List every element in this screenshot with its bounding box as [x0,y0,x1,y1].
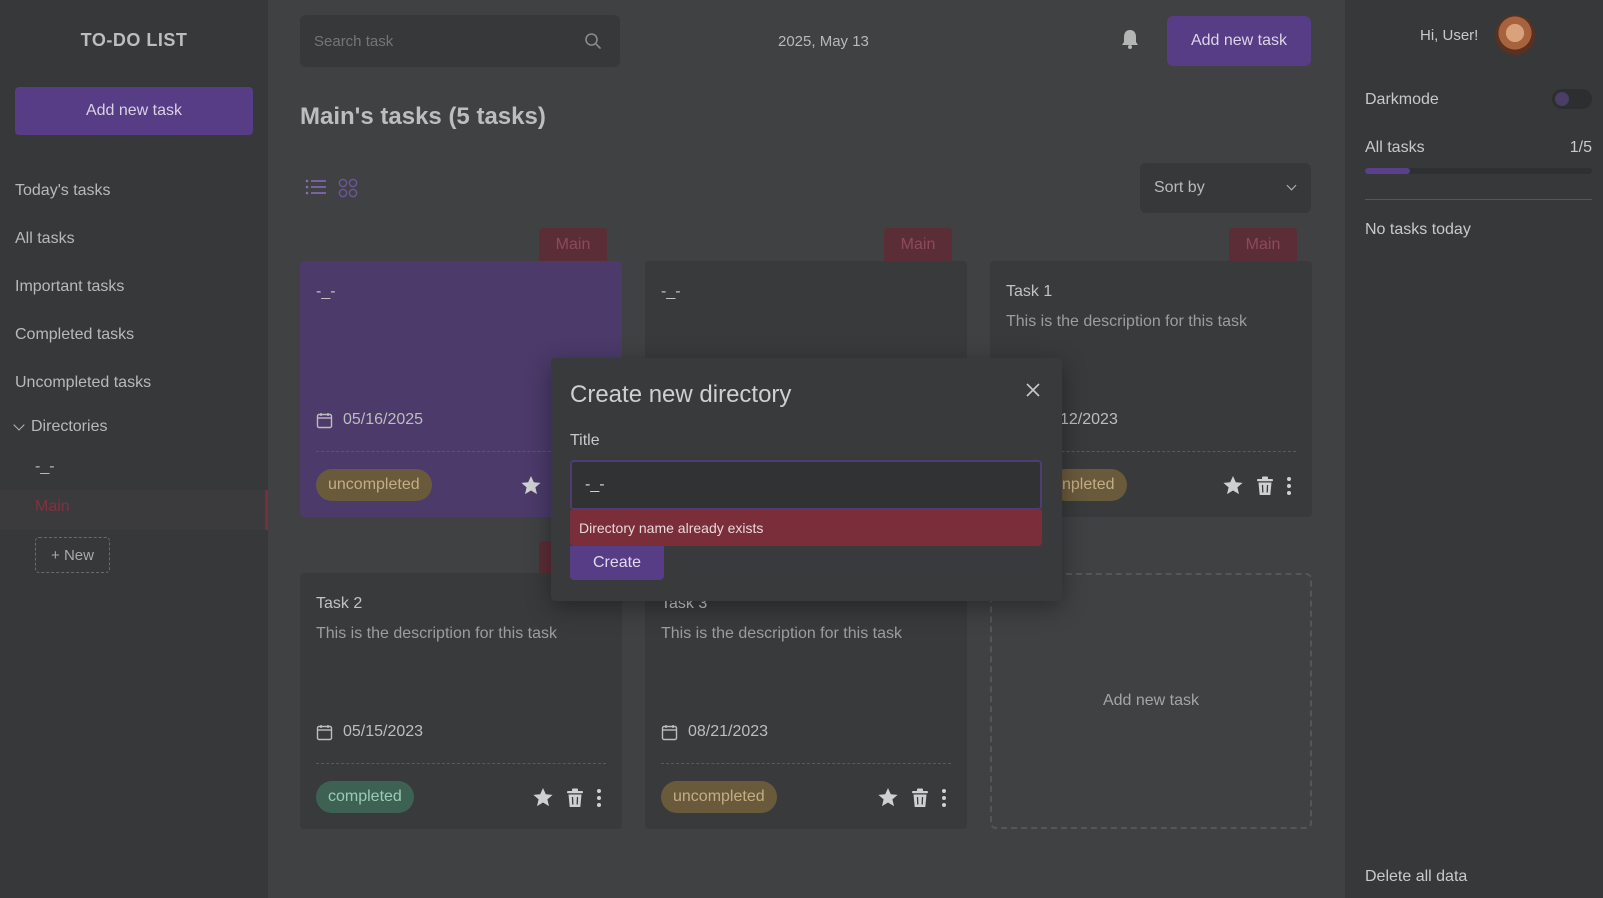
card-date: 05/15/2023 [316,723,423,741]
star-icon[interactable] [532,787,554,808]
directories-toggle[interactable]: Directories [13,418,108,436]
card-actions [532,787,602,808]
card-description: This is the description for this task [316,625,557,642]
card-tag: Main [884,228,952,262]
add-task-card-label: Add new task [1102,692,1200,709]
status-badge[interactable]: completed [316,781,414,813]
card-tag: Main [539,228,607,262]
card-actions [1222,475,1292,496]
card-title: Task 2 [316,595,363,612]
delete-all-data-button[interactable]: Delete all data [1365,868,1467,886]
sort-select[interactable]: Sort by [1140,163,1311,213]
chevron-down-icon [13,419,25,431]
user-greeting: Hi, User! [1420,27,1479,44]
card-date: 05/16/2025 [316,411,423,429]
add-task-card[interactable]: Add new task [990,573,1312,829]
trash-icon[interactable] [1256,476,1274,496]
task-card[interactable]: Task 2 This is the description for this … [300,573,622,829]
directory-item[interactable]: -_- [35,458,55,476]
sidebar-item-completed[interactable]: Completed tasks [15,322,151,370]
tasks-progress-bar [1365,168,1592,174]
right-panel: Hi, User! Darkmode All tasks 1/5 No task… [1345,0,1603,898]
sidebar-item-all[interactable]: All tasks [15,226,151,274]
card-date-text: 05/15/2023 [343,723,424,740]
star-icon[interactable] [1222,475,1244,496]
calendar-icon [661,724,678,740]
star-icon[interactable] [520,475,542,496]
header-add-task-button[interactable]: Add new task [1167,16,1311,66]
more-vertical-icon[interactable] [941,788,947,808]
card-description: This is the description for this task [661,625,902,642]
card-title: -_- [316,283,336,300]
modal-title: Create new directory [570,381,792,408]
directories-label: Directories [31,418,108,435]
no-tasks-message: No tasks today [1365,221,1471,238]
card-actions [877,787,947,808]
darkmode-toggle[interactable] [1552,89,1592,109]
card-title: -_- [661,283,681,300]
card-date-text: 08/21/2023 [688,723,769,740]
sidebar-add-task-button[interactable]: Add new task [15,87,253,135]
search-box [300,15,620,67]
card-tag: Main [1229,228,1297,262]
search-input[interactable] [314,29,574,53]
card-title: Task 1 [1006,283,1053,300]
toggle-knob [1555,92,1569,106]
more-vertical-icon[interactable] [596,788,602,808]
all-tasks-count: 1/5 [1569,139,1592,156]
calendar-icon [316,724,333,740]
sidebar: TO-DO LIST Add new task Today's tasks Al… [0,0,268,898]
grid-view-icon[interactable] [338,178,358,198]
sidebar-nav: Today's tasks All tasks Important tasks … [15,178,151,418]
card-date: 12/2023 [1060,411,1118,429]
error-message: Directory name already exists [570,510,1042,546]
page-title: Main's tasks (5 tasks) [300,103,546,130]
divider [1365,199,1592,200]
darkmode-label: Darkmode [1365,91,1439,108]
new-directory-button[interactable]: + New [35,537,110,573]
card-description: This is the description for this task [1006,313,1247,330]
calendar-icon [316,412,333,428]
trash-icon[interactable] [566,788,584,808]
all-tasks-label: All tasks [1365,139,1425,156]
trash-icon[interactable] [911,788,929,808]
tasks-progress-fill [1365,168,1411,174]
bell-icon[interactable] [1120,28,1140,50]
card-date-text: 12/2023 [1060,411,1118,428]
chevron-down-icon [1286,180,1297,191]
star-icon[interactable] [877,787,899,808]
directory-title-input[interactable] [570,460,1042,510]
card-divider [316,763,606,764]
card-divider [661,763,951,764]
current-date: 2025, May 13 [778,33,869,50]
avatar[interactable] [1495,15,1535,55]
status-badge[interactable]: uncompleted [316,469,432,501]
task-card[interactable]: Task 3 This is the description for this … [645,573,967,829]
sidebar-item-important[interactable]: Important tasks [15,274,151,322]
search-icon[interactable] [584,32,602,50]
sidebar-item-uncompleted[interactable]: Uncompleted tasks [15,370,151,418]
sort-label: Sort by [1154,179,1205,196]
card-actions [520,475,542,496]
sidebar-item-today[interactable]: Today's tasks [15,178,151,226]
more-vertical-icon[interactable] [1286,476,1292,496]
close-icon[interactable] [1025,382,1041,398]
title-field-label: Title [570,432,600,449]
card-date: 08/21/2023 [661,723,768,741]
card-date-text: 05/16/2025 [343,411,424,428]
status-badge[interactable]: uncompleted [661,781,777,813]
directory-item-main[interactable]: Main [35,498,70,516]
create-directory-modal: Create new directory Title Directory nam… [551,358,1062,601]
app-logo: TO-DO LIST [80,30,188,50]
create-button[interactable]: Create [570,546,664,580]
list-view-icon[interactable] [305,178,327,196]
